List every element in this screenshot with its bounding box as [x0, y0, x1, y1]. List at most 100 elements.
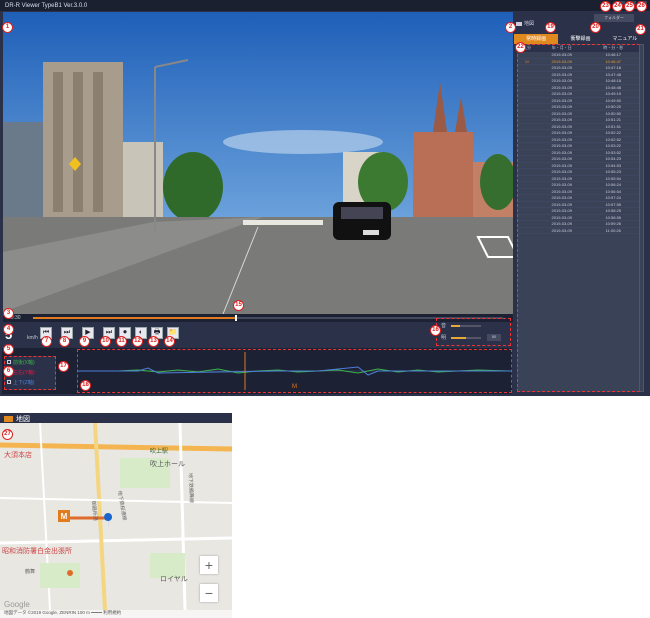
- file-time: 10:53:22: [605, 143, 622, 148]
- file-date: 2019-03-09: [551, 58, 572, 64]
- file-flag: [518, 124, 536, 130]
- callout-badge: 23: [600, 1, 611, 12]
- map-label-station: 吹上駅: [150, 447, 168, 455]
- file-date: 2019-03-09: [551, 195, 572, 200]
- brightness-fill: [451, 337, 466, 339]
- g-sensor-graph[interactable]: M: [77, 349, 512, 393]
- brightness-row: 明 50: [441, 334, 507, 342]
- callout-badge: 15: [233, 300, 244, 311]
- callout-badge: 21: [635, 24, 646, 35]
- tab-impact-recording[interactable]: 衝撃録画: [558, 34, 603, 44]
- file-time: 10:58:55: [605, 214, 622, 220]
- file-flag: [518, 137, 536, 143]
- graph-marker: M: [292, 384, 297, 390]
- file-time: 10:54:53: [605, 162, 622, 168]
- title-bar: DR-R Viewer TypeB1 Ver.3.0.0 _ □ ×: [0, 0, 650, 11]
- file-time: 10:49:19: [605, 91, 622, 96]
- file-time: 10:46:17: [605, 52, 622, 57]
- file-list: 区分 年・月・日 時・分・秒 2019-03-09 10:46:17 M 2019-0…: [517, 44, 640, 392]
- file-time: 10:46:47: [605, 58, 622, 64]
- file-time: 10:55:23: [605, 169, 622, 174]
- file-time: 10:49:50: [605, 97, 622, 103]
- g-sensor-plot: M: [78, 350, 512, 392]
- callout-badge: 20: [590, 22, 601, 33]
- file-date: 2019-03-09: [551, 169, 572, 174]
- file-flag: [518, 163, 536, 169]
- map-attribution: 地図データ ©2019 Google, ZENRIN 100 m ━━━━ 利用…: [0, 610, 232, 618]
- file-date: 2019-03-09: [551, 78, 572, 83]
- file-flag: M: [525, 58, 529, 64]
- file-flag: [518, 72, 536, 78]
- file-date: 2019-03-09: [551, 97, 572, 103]
- callout-badge: 22: [515, 42, 526, 53]
- brightness-slider[interactable]: [451, 337, 481, 339]
- seek-thumb[interactable]: [235, 315, 238, 321]
- file-time: 11:00:26: [605, 227, 621, 233]
- file-flag: [518, 208, 536, 214]
- col-date[interactable]: 年・月・日: [536, 45, 588, 52]
- viewer-window: DR-R Viewer TypeB1 Ver.3.0.0 _ □ ×: [0, 0, 650, 396]
- file-list-header: 区分 年・月・日 時・分・秒: [518, 45, 639, 52]
- checkbox-icon[interactable]: [7, 360, 11, 364]
- file-date: 2019-03-09: [551, 208, 572, 213]
- brightness-value: 50: [487, 334, 501, 341]
- file-date: 2019-03-09: [551, 123, 572, 129]
- map-label-hall: 吹上ホール: [150, 459, 185, 468]
- file-date: 2019-03-09: [551, 110, 572, 116]
- file-time: 10:48:48: [605, 84, 622, 90]
- map-toggle[interactable]: 地図: [516, 20, 534, 27]
- file-time: 10:57:24: [605, 195, 622, 200]
- callout-badge: 3: [3, 308, 14, 319]
- map-icon: [516, 21, 522, 26]
- map-label-oosu: 大須本店: [4, 450, 32, 459]
- map-marker: M: [61, 512, 68, 521]
- record-tabs: 常時録画 衝撃録画 マニュアル: [514, 34, 647, 44]
- file-flag: [518, 195, 536, 201]
- map-view[interactable]: M 大須本店 吹上ホール 吹上駅 昭和消防署白金出張所 ロイヤル 地下鉄桜通線 …: [0, 423, 232, 610]
- map-title-bar: 地図: [0, 413, 232, 423]
- map-label-road2: 鶴舞: [25, 568, 35, 575]
- callout-badge: 14: [164, 336, 175, 347]
- seek-track[interactable]: [33, 315, 503, 321]
- callout-badge: 6: [3, 366, 14, 377]
- file-date: 2019-03-09: [551, 91, 572, 96]
- adjust-sliders: 音 明 50: [436, 318, 511, 346]
- col-time[interactable]: 時・分・秒: [588, 45, 640, 52]
- video-view[interactable]: [3, 12, 513, 314]
- legend-x-label: 前後(X軸): [13, 359, 35, 366]
- file-flag: [518, 104, 536, 110]
- file-date: 2019-03-09: [551, 149, 572, 155]
- dashcam-frame: [3, 12, 513, 314]
- callout-badge: 19: [545, 22, 556, 33]
- file-row[interactable]: 2019-03-09 11:00:26: [518, 227, 639, 234]
- file-date: 2019-03-09: [551, 214, 572, 220]
- map-label-royal: ロイヤル: [160, 576, 188, 583]
- file-time: 10:56:54: [605, 188, 622, 194]
- file-time: 10:53:52: [605, 149, 622, 155]
- file-time: 10:47:48: [605, 71, 622, 77]
- volume-row: 音: [441, 322, 507, 330]
- legend-z-axis[interactable]: 上下(Z軸): [5, 377, 55, 387]
- callout-badge: 24: [612, 1, 623, 12]
- callout-badge: 7: [41, 336, 52, 347]
- g-sensor-panel: 前後(X軸) 左右(Y軸) 上下(Z軸) M: [2, 348, 512, 394]
- volume-fill: [451, 325, 460, 327]
- list-scrollbar[interactable]: [639, 44, 644, 392]
- tab-manual[interactable]: マニュアル: [602, 34, 647, 44]
- file-date: 2019-03-09: [551, 136, 572, 142]
- file-flag: [518, 85, 536, 91]
- file-flag: [518, 143, 536, 149]
- file-flag: [518, 182, 536, 188]
- map-toggle-label: 地図: [524, 21, 535, 27]
- map-window: 地図 M 大須本店 吹上ホール 吹上駅 昭和消防署白金出張所 ロイヤル 地下鉄桜…: [0, 413, 232, 618]
- file-date: 2019-03-09: [551, 130, 572, 135]
- speed-unit: km/h: [27, 335, 38, 341]
- map-title: 地図: [16, 415, 30, 423]
- folder-button[interactable]: フォルダー: [594, 14, 634, 22]
- zoom-in-button[interactable]: +: [200, 556, 218, 574]
- checkbox-icon[interactable]: [7, 380, 11, 384]
- zoom-out-button[interactable]: −: [200, 584, 218, 602]
- volume-slider[interactable]: [451, 325, 481, 327]
- legend-x-axis[interactable]: 前後(X軸): [5, 357, 55, 367]
- google-logo: Google: [4, 600, 30, 609]
